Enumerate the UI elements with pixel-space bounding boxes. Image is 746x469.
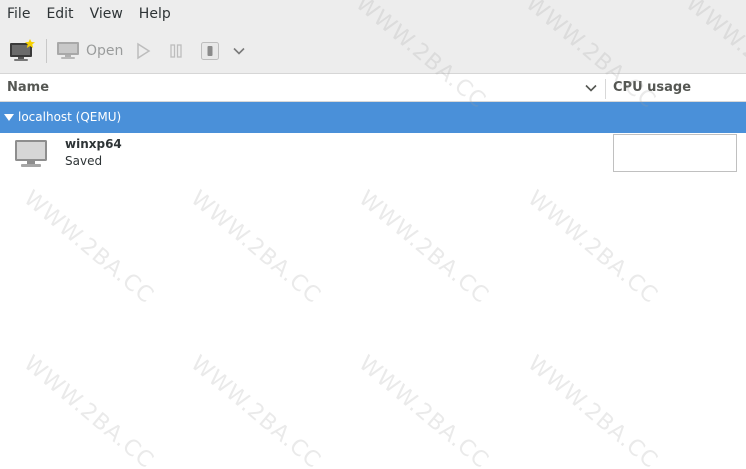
toolbar-separator bbox=[46, 39, 47, 63]
watermark: WWW.2BA.CC bbox=[522, 186, 663, 309]
menu-view[interactable]: View bbox=[82, 0, 131, 30]
run-button[interactable] bbox=[132, 36, 154, 66]
watermark: WWW.2BA.CC bbox=[353, 351, 494, 469]
cpu-usage-graph bbox=[613, 134, 737, 172]
shutdown-icon bbox=[201, 42, 219, 60]
watermark: WWW.2BA.CC bbox=[185, 351, 326, 469]
pause-icon bbox=[170, 44, 182, 58]
shutdown-button[interactable] bbox=[199, 36, 221, 66]
menu-edit[interactable]: Edit bbox=[38, 0, 81, 30]
menu-file[interactable]: File bbox=[0, 0, 38, 30]
menu-bar: File Edit View Help bbox=[0, 0, 746, 30]
monitor-icon bbox=[15, 140, 47, 167]
menu-help[interactable]: Help bbox=[131, 0, 179, 30]
vm-status: Saved bbox=[65, 154, 103, 168]
pause-button[interactable] bbox=[165, 36, 187, 66]
open-button[interactable]: Open bbox=[56, 36, 126, 66]
play-icon bbox=[137, 42, 151, 60]
new-vm-icon bbox=[10, 39, 35, 61]
column-name[interactable]: Name bbox=[7, 75, 49, 101]
monitor-icon bbox=[57, 42, 79, 59]
watermark: WWW.2BA.CC bbox=[18, 351, 159, 469]
chevron-down-icon bbox=[233, 47, 245, 55]
new-vm-button[interactable] bbox=[8, 36, 40, 66]
chevron-down-icon[interactable] bbox=[584, 81, 598, 95]
shutdown-menu-button[interactable] bbox=[229, 36, 249, 66]
connection-label: localhost (QEMU) bbox=[18, 110, 122, 124]
vm-name: winxp64 bbox=[65, 137, 122, 151]
open-label: Open bbox=[86, 43, 124, 59]
watermark: WWW.2BA.CC bbox=[18, 186, 159, 309]
expander-arrow-icon[interactable] bbox=[4, 114, 14, 122]
column-divider[interactable] bbox=[605, 79, 606, 99]
watermark: WWW.2BA.CC bbox=[185, 186, 326, 309]
vm-row[interactable]: winxp64 Saved bbox=[0, 133, 746, 175]
column-header: Name CPU usage bbox=[0, 75, 746, 102]
watermark: WWW.2BA.CC bbox=[353, 186, 494, 309]
column-cpu-usage[interactable]: CPU usage bbox=[613, 75, 691, 101]
toolbar: Open bbox=[0, 30, 746, 74]
connection-row[interactable]: localhost (QEMU) bbox=[0, 102, 746, 133]
watermark: WWW.2BA.CC bbox=[522, 351, 663, 469]
